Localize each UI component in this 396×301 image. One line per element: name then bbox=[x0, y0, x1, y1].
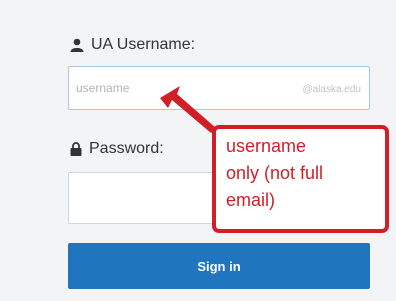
annotation-line-2: only (not full bbox=[226, 163, 324, 183]
annotation-line-1: username bbox=[226, 136, 307, 156]
annotation-callout: username only (not full email) bbox=[212, 125, 389, 233]
annotation-line-3: email) bbox=[226, 190, 276, 210]
